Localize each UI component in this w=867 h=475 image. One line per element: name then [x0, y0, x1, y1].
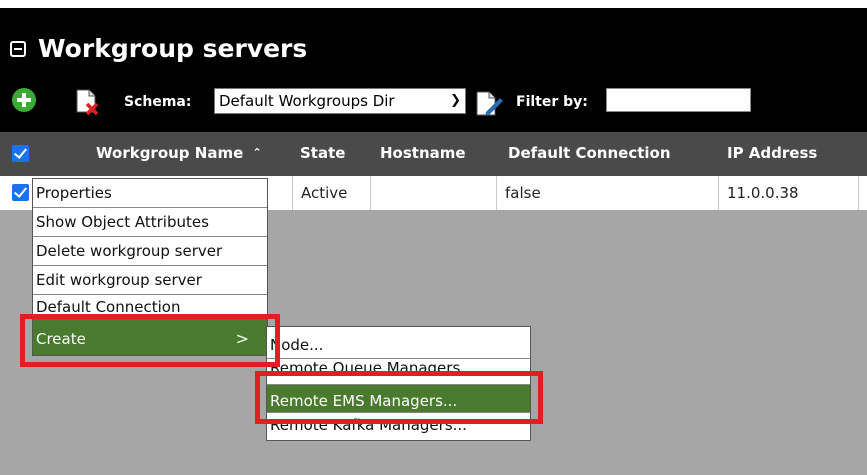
column-header-workgroup-name[interactable]: Workgroup Name ⌃ — [96, 144, 262, 162]
submenu-item-node[interactable]: Node... — [267, 327, 530, 359]
cell-ip-address: 11.0.0.38 — [718, 176, 858, 210]
menu-item-delete-workgroup-server[interactable]: Delete workgroup server — [33, 237, 267, 266]
delete-document-icon[interactable] — [74, 88, 100, 116]
chevron-down-icon: ❯ — [448, 89, 461, 113]
schema-label: Schema: — [124, 94, 192, 110]
page-title: Workgroup servers — [38, 34, 308, 63]
annotation-highlight-remote-ems — [255, 371, 543, 424]
cell-hostname — [370, 176, 496, 210]
schema-select-value: Default Workgroups Dir — [219, 92, 395, 110]
column-header-state[interactable]: State — [300, 144, 345, 162]
column-header-ip-address[interactable]: IP Address — [727, 144, 817, 162]
collapse-icon[interactable] — [10, 41, 26, 57]
schema-select[interactable]: Default Workgroups Dir ❯ — [214, 88, 466, 114]
column-header-row: Workgroup Name ⌃ State Hostname Default … — [0, 132, 867, 176]
select-all-checkbox[interactable] — [12, 145, 29, 162]
filter-input[interactable] — [606, 88, 751, 112]
filter-label: Filter by: — [516, 94, 588, 110]
workgroup-servers-panel: Workgroup servers Schema: Default Workgr… — [0, 8, 867, 475]
cell-default-connection: false — [496, 176, 718, 210]
edit-document-icon[interactable] — [474, 90, 504, 118]
row-checkbox[interactable] — [12, 184, 29, 201]
menu-item-show-object-attributes[interactable]: Show Object Attributes — [33, 208, 267, 237]
cell-overflow — [858, 176, 867, 210]
column-header-hostname[interactable]: Hostname — [380, 144, 466, 162]
menu-item-properties[interactable]: Properties — [33, 179, 267, 208]
add-icon[interactable] — [12, 88, 36, 112]
sort-ascending-icon: ⌃ — [252, 146, 262, 159]
menu-item-edit-workgroup-server[interactable]: Edit workgroup server — [33, 266, 267, 295]
column-header-default-connection[interactable]: Default Connection — [508, 144, 671, 162]
panel-header: Workgroup servers Schema: Default Workgr… — [0, 8, 867, 132]
annotation-highlight-create — [20, 314, 280, 367]
cell-state: Active — [292, 176, 370, 210]
